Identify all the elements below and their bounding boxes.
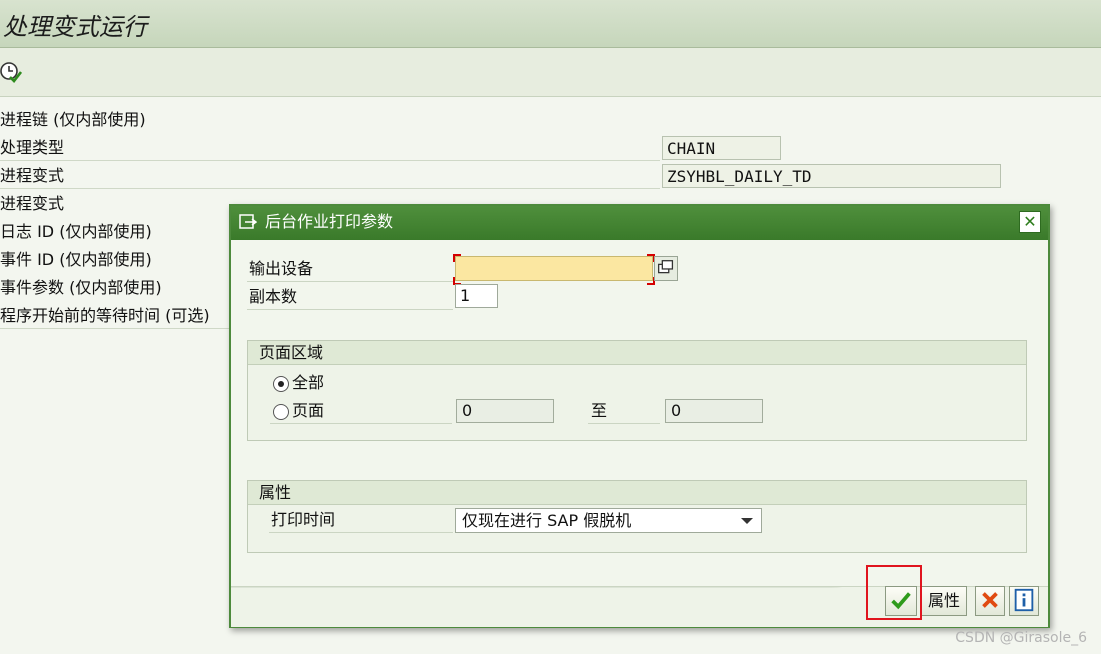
radio-pages[interactable] [273, 404, 289, 420]
radio-pages-label: 页面 [292, 401, 325, 420]
clock-check-icon[interactable] [0, 61, 22, 83]
radio-all-label: 全部 [292, 373, 325, 392]
print-time-label: 打印时间 [271, 510, 336, 529]
title-bar: 处理变式运行 [0, 0, 1101, 48]
copies-label: 副本数 [249, 287, 298, 306]
watermark: CSDN @Girasole_6 [955, 630, 1087, 646]
field-label-process-variant: 进程变式 [0, 166, 65, 185]
to-label: 至 [591, 401, 608, 420]
properties-button[interactable]: 属性 [921, 586, 967, 616]
process-type-field[interactable]: CHAIN [662, 136, 781, 160]
dialog-title: 后台作业打印参数 [265, 212, 394, 231]
divider [0, 328, 230, 329]
divider [588, 423, 660, 424]
value-help-button[interactable] [654, 256, 678, 281]
required-marker [453, 254, 461, 262]
properties-title: 属性 [259, 483, 292, 502]
field-label-process-chain: 进程链 (仅内部使用) [0, 110, 146, 129]
window-icon [239, 214, 257, 229]
page-from-input[interactable]: 0 [456, 399, 554, 423]
process-variant-field[interactable]: ZSYHBL_DAILY_TD [662, 164, 1001, 188]
page-to-input[interactable]: 0 [665, 399, 763, 423]
print-parameters-dialog: 后台作业打印参数 ✕ 输出设备 副本数 1 页面区域 全部 页面 0 至 0 属… [229, 204, 1050, 628]
divider [269, 532, 453, 533]
cancel-x-icon [982, 592, 998, 608]
divider [247, 309, 453, 310]
value-help-icon [658, 260, 674, 274]
chevron-down-icon [741, 518, 753, 524]
page-range-title: 页面区域 [259, 343, 324, 362]
cancel-button[interactable] [975, 586, 1005, 616]
close-icon[interactable]: ✕ [1019, 211, 1041, 233]
divider [247, 281, 453, 282]
group-header: 属性 [248, 481, 1026, 505]
field-label-process-variant-2: 进程变式 [0, 194, 65, 213]
field-label-event-id: 事件 ID (仅内部使用) [0, 250, 152, 269]
divider [0, 188, 660, 189]
divider [270, 423, 452, 424]
info-icon [1014, 588, 1034, 612]
radio-all[interactable] [273, 376, 289, 392]
divider [0, 160, 660, 161]
application-toolbar [0, 48, 1101, 97]
page-range-group: 页面区域 全部 页面 0 至 0 [247, 340, 1027, 441]
field-label-process-type: 处理类型 [0, 138, 65, 157]
field-label-event-param: 事件参数 (仅内部使用) [0, 278, 162, 297]
annotation-highlight-box [866, 565, 922, 620]
print-time-value: 仅现在进行 SAP 假脱机 [462, 511, 632, 530]
info-button[interactable] [1009, 586, 1039, 616]
page-title: 处理变式运行 [3, 13, 147, 41]
copies-input[interactable]: 1 [455, 284, 498, 308]
output-device-label: 输出设备 [249, 259, 314, 278]
field-label-log-id: 日志 ID (仅内部使用) [0, 222, 152, 241]
print-time-select[interactable]: 仅现在进行 SAP 假脱机 [455, 508, 762, 533]
output-device-input[interactable] [455, 256, 653, 281]
dialog-header: 后台作业打印参数 ✕ [231, 206, 1048, 240]
group-header: 页面区域 [248, 341, 1026, 365]
field-label-wait-time: 程序开始前的等待时间 (可选) [0, 306, 210, 325]
radio-selected-dot [278, 381, 284, 387]
